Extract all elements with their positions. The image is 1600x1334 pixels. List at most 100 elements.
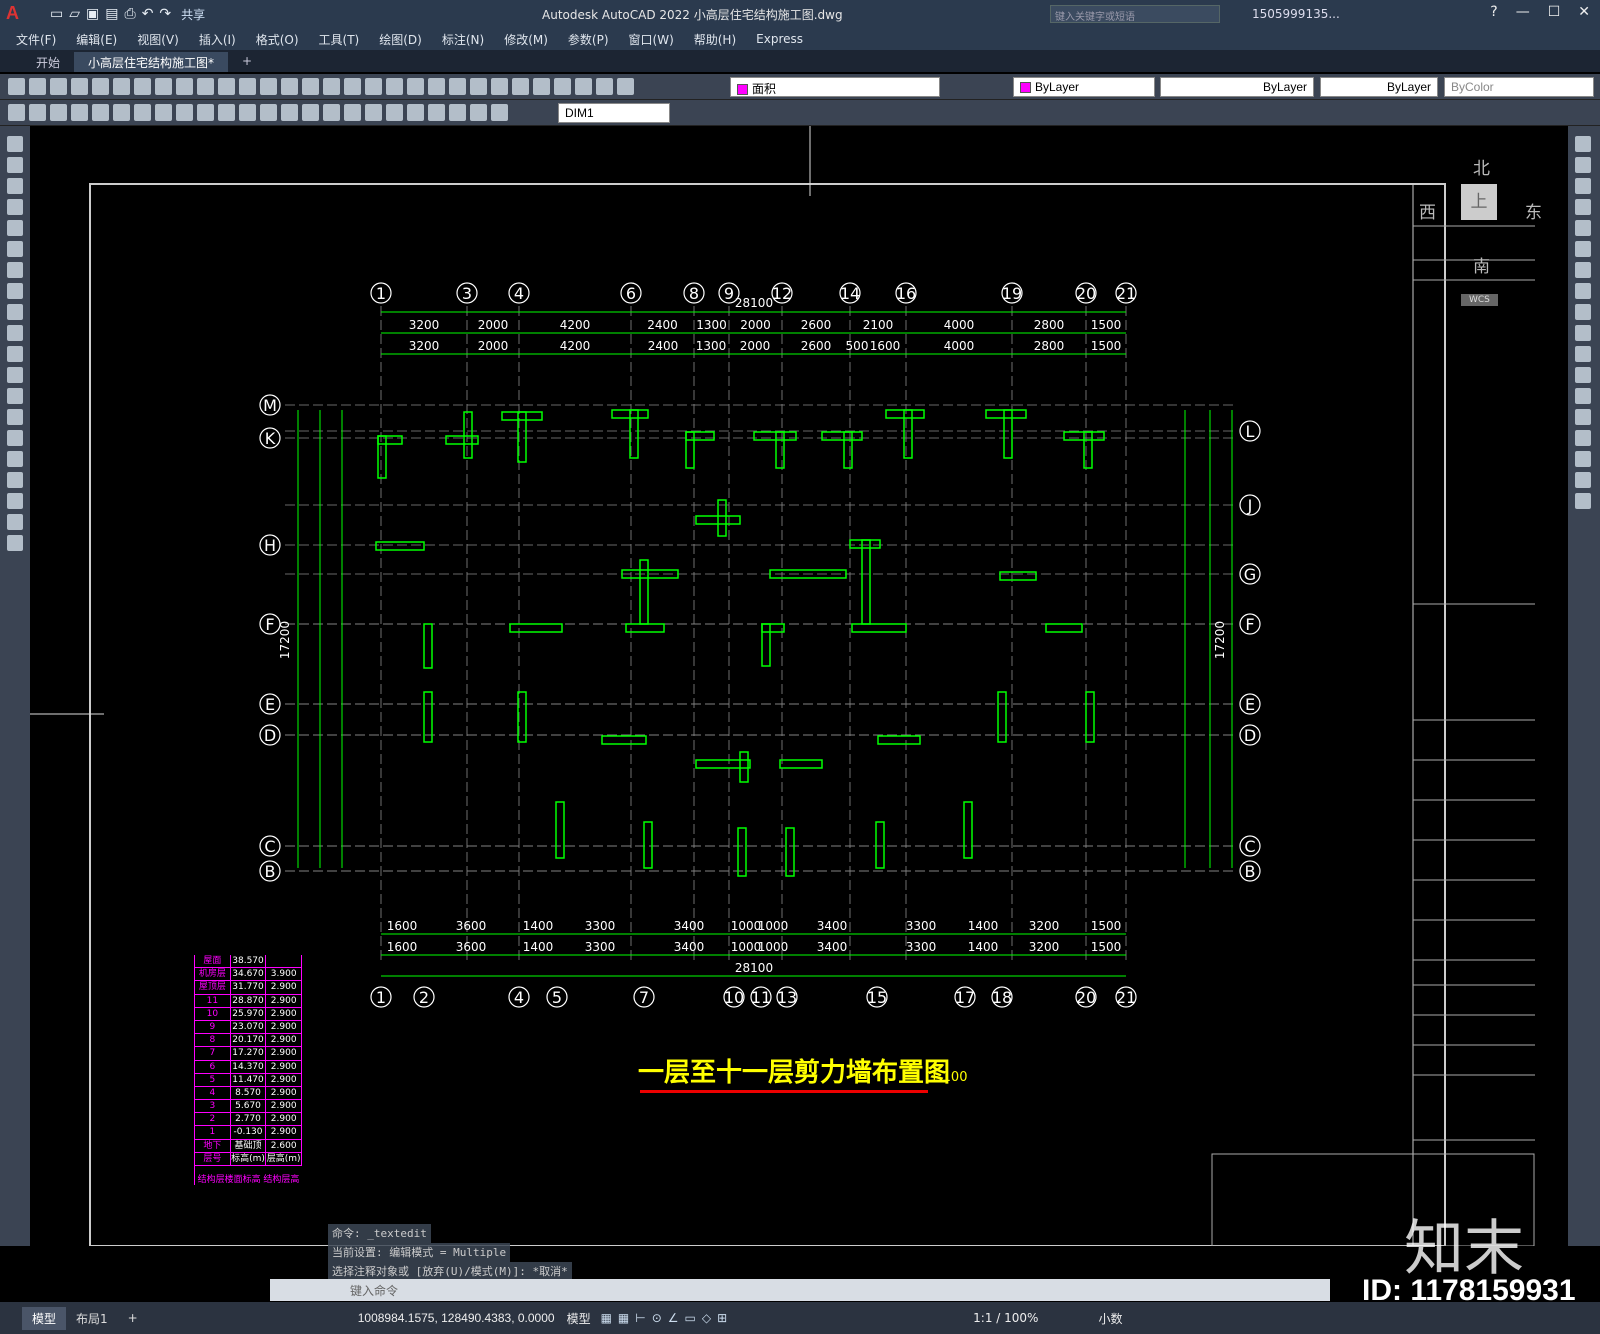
- menu-item-2[interactable]: 视图(V): [137, 31, 179, 48]
- tool-icon[interactable]: [8, 104, 25, 121]
- tool-icon[interactable]: [428, 104, 445, 121]
- tool-icon[interactable]: [533, 78, 550, 95]
- tool-icon[interactable]: [344, 104, 361, 121]
- tool-icon[interactable]: [71, 104, 88, 121]
- menu-item-3[interactable]: 插入(I): [199, 31, 236, 48]
- tool-icon[interactable]: [7, 346, 23, 362]
- plotstyle-combo[interactable]: ByColor: [1444, 77, 1594, 97]
- minimize-icon[interactable]: —: [1516, 4, 1530, 20]
- user-account[interactable]: 1505999135...: [1252, 7, 1340, 21]
- tool-icon[interactable]: [575, 78, 592, 95]
- menu-item-6[interactable]: 绘图(D): [379, 31, 422, 48]
- tool-icon[interactable]: [365, 104, 382, 121]
- tool-icon[interactable]: [323, 78, 340, 95]
- help-icon[interactable]: ?: [1490, 4, 1497, 20]
- tool-icon[interactable]: [1575, 241, 1591, 257]
- tool-icon[interactable]: [7, 262, 23, 278]
- tab-start[interactable]: 开始: [22, 52, 74, 72]
- tool-icon[interactable]: [176, 104, 193, 121]
- tool-icon[interactable]: [7, 325, 23, 341]
- tool-icon[interactable]: [7, 178, 23, 194]
- tool-icon[interactable]: [302, 104, 319, 121]
- tool-icon[interactable]: [92, 78, 109, 95]
- tool-icon[interactable]: [239, 78, 256, 95]
- tool-icon[interactable]: [197, 104, 214, 121]
- tool-icon[interactable]: [7, 157, 23, 173]
- tool-icon[interactable]: [1575, 157, 1591, 173]
- tool-icon[interactable]: [302, 78, 319, 95]
- grid-snap-icons[interactable]: ▦▦⊢⊙∠▭◇⊞: [601, 1311, 734, 1325]
- tool-icon[interactable]: [407, 104, 424, 121]
- tool-icon[interactable]: [386, 104, 403, 121]
- tool-icon[interactable]: [155, 78, 172, 95]
- annotation-scale[interactable]: 1:1 / 100%: [973, 1311, 1038, 1325]
- tool-icon[interactable]: [92, 104, 109, 121]
- tool-icon[interactable]: [218, 78, 235, 95]
- tool-icon[interactable]: [113, 78, 130, 95]
- tool-icon[interactable]: [449, 104, 466, 121]
- menu-item-12[interactable]: Express: [756, 32, 803, 46]
- new-file-icon[interactable]: ▭: [50, 6, 63, 22]
- tool-icon[interactable]: [1575, 493, 1591, 509]
- autocad-logo-icon[interactable]: A: [6, 3, 28, 25]
- open-file-icon[interactable]: ▱: [69, 6, 80, 22]
- dimstyle-combo[interactable]: DIM1: [558, 103, 670, 123]
- tab-layout1[interactable]: 布局1: [66, 1307, 118, 1330]
- layer-combo[interactable]: 面积: [730, 77, 940, 97]
- tool-icon[interactable]: [7, 493, 23, 509]
- lineweight-combo[interactable]: ByLayer: [1320, 77, 1438, 97]
- tool-icon[interactable]: [512, 78, 529, 95]
- tool-icon[interactable]: [71, 78, 88, 95]
- add-layout-button[interactable]: +: [118, 1308, 148, 1328]
- linetype-combo[interactable]: ByLayer: [1160, 77, 1314, 97]
- tool-icon[interactable]: [1575, 430, 1591, 446]
- tool-icon[interactable]: [470, 78, 487, 95]
- tool-icon[interactable]: [617, 78, 634, 95]
- tool-icon[interactable]: [7, 367, 23, 383]
- tool-icon[interactable]: [239, 104, 256, 121]
- tool-icon[interactable]: [134, 104, 151, 121]
- new-tab-button[interactable]: +: [228, 52, 266, 72]
- tool-icon[interactable]: [113, 104, 130, 121]
- viewcube[interactable]: 北 西 东 上 南 WCS: [1419, 154, 1542, 306]
- tool-icon[interactable]: [281, 78, 298, 95]
- tool-icon[interactable]: [1575, 388, 1591, 404]
- tool-icon[interactable]: [323, 104, 340, 121]
- tool-icon[interactable]: [7, 388, 23, 404]
- tool-icon[interactable]: [7, 472, 23, 488]
- tool-icon[interactable]: [386, 78, 403, 95]
- viewcube-top[interactable]: 上: [1461, 184, 1497, 220]
- tab-model[interactable]: 模型: [22, 1306, 67, 1330]
- tool-icon[interactable]: [7, 535, 23, 551]
- redo-icon[interactable]: ↷: [159, 6, 171, 22]
- menu-item-7[interactable]: 标注(N): [442, 31, 484, 48]
- tool-icon[interactable]: [8, 78, 25, 95]
- tool-icon[interactable]: [1575, 199, 1591, 215]
- tool-icon[interactable]: [554, 78, 571, 95]
- menu-item-4[interactable]: 格式(O): [256, 31, 299, 48]
- tool-icon[interactable]: [1575, 409, 1591, 425]
- menu-item-10[interactable]: 窗口(W): [629, 31, 674, 48]
- tool-icon[interactable]: [1575, 304, 1591, 320]
- tool-icon[interactable]: [155, 104, 172, 121]
- print-icon[interactable]: ⎙: [124, 6, 135, 22]
- tool-icon[interactable]: [50, 104, 67, 121]
- tool-icon[interactable]: [29, 78, 46, 95]
- tool-icon[interactable]: [281, 104, 298, 121]
- command-input[interactable]: 键入命令: [270, 1279, 1330, 1301]
- search-input[interactable]: 键入关键字或短语: [1050, 5, 1220, 23]
- tool-icon[interactable]: [7, 136, 23, 152]
- color-combo[interactable]: ByLayer: [1013, 77, 1155, 97]
- tool-icon[interactable]: [176, 78, 193, 95]
- tool-icon[interactable]: [365, 78, 382, 95]
- tool-icon[interactable]: [7, 409, 23, 425]
- tool-icon[interactable]: [7, 451, 23, 467]
- tool-icon[interactable]: [449, 78, 466, 95]
- tool-icon[interactable]: [407, 78, 424, 95]
- tool-icon[interactable]: [7, 241, 23, 257]
- tool-icon[interactable]: [1575, 346, 1591, 362]
- tool-icon[interactable]: [1575, 451, 1591, 467]
- close-icon[interactable]: ✕: [1578, 4, 1590, 20]
- tool-icon[interactable]: [134, 78, 151, 95]
- tool-icon[interactable]: [1575, 136, 1591, 152]
